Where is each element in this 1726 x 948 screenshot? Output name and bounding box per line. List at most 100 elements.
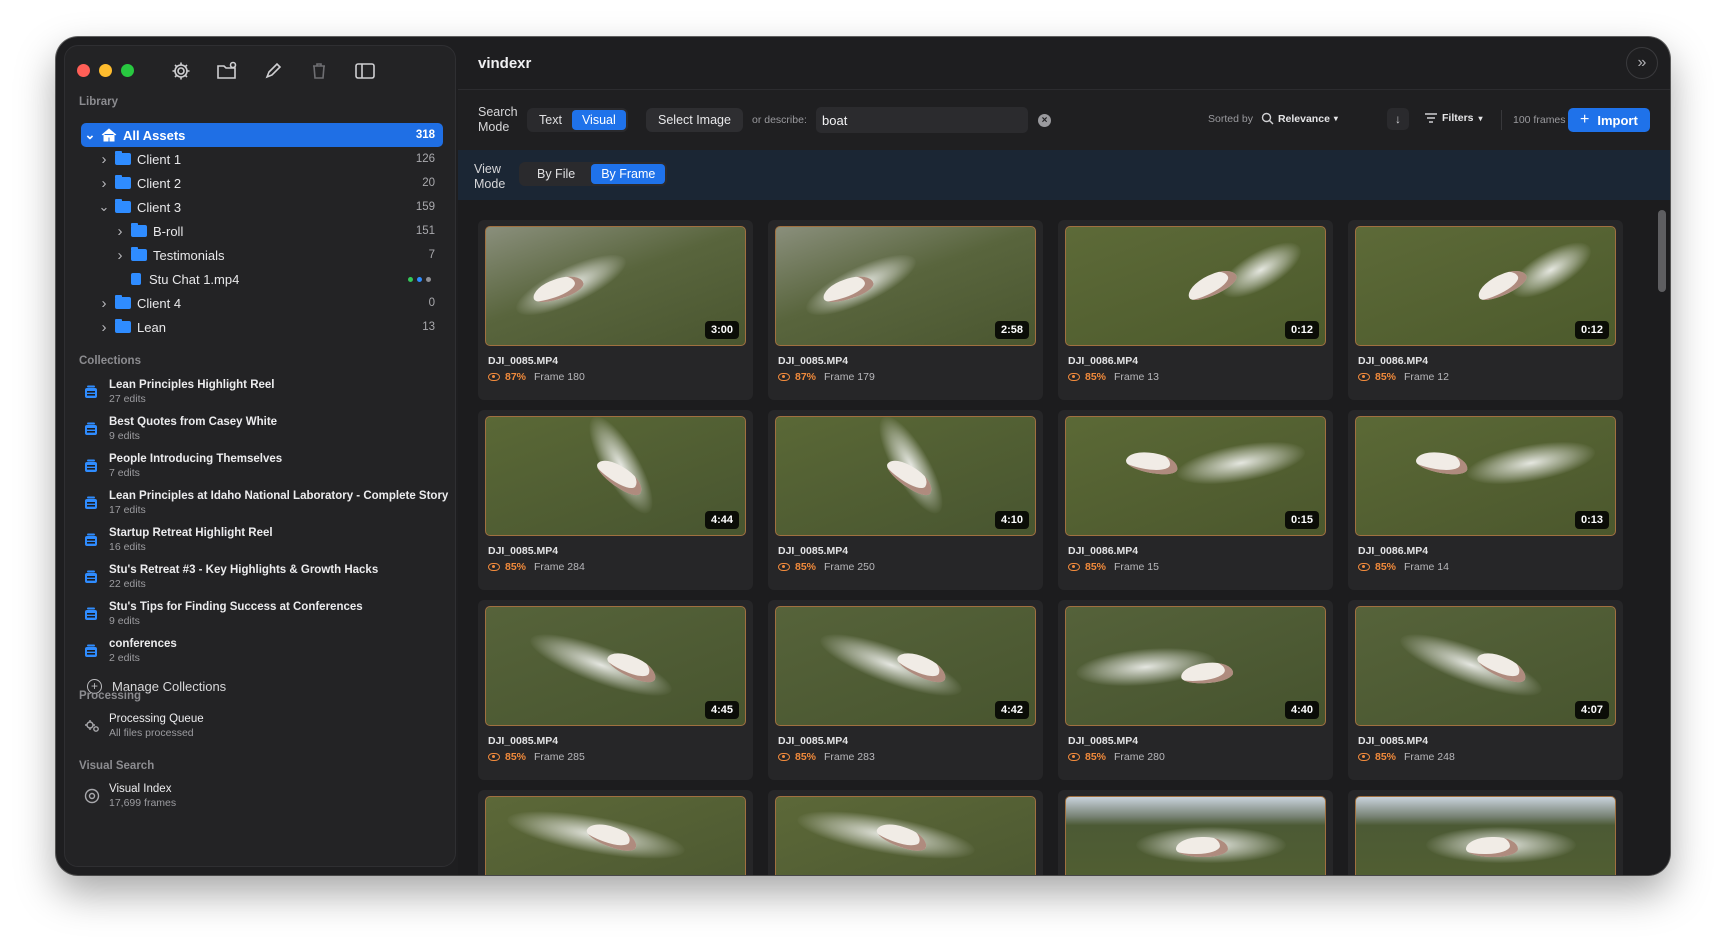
search-toolbar: Search Mode Text Visual Select Image or d… [458, 90, 1670, 150]
result-card[interactable]: 0:12 DJI_0086.MP4 85% Frame 12 [1348, 220, 1623, 400]
eye-icon [1358, 373, 1370, 381]
frame-thumbnail[interactable]: 4:40 [1065, 606, 1326, 726]
tree-item-all-assets[interactable]: ⌄ All Assets 318 [81, 123, 443, 147]
visual-index-item[interactable]: Visual Index 17,699 frames [83, 782, 176, 810]
chevron-right-icon[interactable]: › [97, 319, 111, 336]
duration-badge: 0:13 [1574, 511, 1609, 529]
toggle-sidebar-icon[interactable] [352, 58, 378, 84]
view-by-frame-tab[interactable]: By Frame [591, 164, 666, 184]
collection-item[interactable]: Lean Principles Highlight Reel 27 edits [81, 373, 451, 410]
chevron-right-icon[interactable]: › [113, 247, 127, 264]
minimize-window-button[interactable] [99, 64, 112, 77]
filters-button[interactable]: Filters ▾ [1425, 112, 1483, 124]
result-card[interactable]: 0:15 DJI_0086.MP4 85% Frame 15 [1058, 410, 1333, 590]
result-card[interactable]: 4:42 DJI_0085.MP4 85% Frame 283 [768, 600, 1043, 780]
result-card[interactable] [768, 790, 1043, 875]
collection-item[interactable]: Lean Principles at Idaho National Labora… [81, 484, 451, 521]
collection-item[interactable]: conferences 2 edits [81, 632, 451, 669]
tree-item-client-2[interactable]: › Client 2 20 [81, 171, 443, 195]
result-card[interactable]: 4:40 DJI_0085.MP4 85% Frame 280 [1058, 600, 1333, 780]
result-card[interactable]: 4:10 DJI_0085.MP4 85% Frame 250 [768, 410, 1043, 590]
collection-item[interactable]: Startup Retreat Highlight Reel 16 edits [81, 521, 451, 558]
result-card[interactable] [478, 790, 753, 875]
chevron-down-icon[interactable]: ⌄ [97, 199, 111, 214]
search-mode-text-tab[interactable]: Text [529, 110, 572, 130]
chevron-down-icon[interactable]: ⌄ [83, 127, 97, 142]
collection-item[interactable]: People Introducing Themselves 7 edits [81, 447, 451, 484]
view-by-file-tab[interactable]: By File [521, 164, 591, 184]
result-card[interactable]: 0:13 DJI_0086.MP4 85% Frame 14 [1348, 410, 1623, 590]
tree-item-lean[interactable]: › Lean 13 [81, 315, 443, 339]
chevron-right-icon[interactable]: › [97, 295, 111, 312]
frame-thumbnail[interactable] [775, 796, 1036, 875]
sort-control[interactable]: Sorted by Relevance ▾ [1208, 112, 1338, 125]
collections-section-title: Collections [79, 355, 141, 367]
sort-direction-arrow-icon[interactable]: ↓ [1387, 108, 1409, 130]
folder-icon [115, 151, 131, 165]
frame-thumbnail[interactable] [1065, 796, 1326, 875]
zoom-window-button[interactable] [121, 64, 134, 77]
search-mode-visual-tab[interactable]: Visual [571, 110, 626, 130]
chevron-right-icon[interactable]: › [97, 175, 111, 192]
tree-item-count: 20 [422, 177, 435, 189]
result-card[interactable] [1058, 790, 1333, 875]
frame-thumbnail[interactable]: 0:13 [1355, 416, 1616, 536]
result-card[interactable]: 4:44 DJI_0085.MP4 85% Frame 284 [478, 410, 753, 590]
result-filename: DJI_0085.MP4 [778, 545, 849, 557]
collection-edit-count: 27 edits [109, 392, 146, 405]
chevron-right-icon[interactable]: › [97, 151, 111, 168]
expand-panel-chevrons-icon[interactable]: » [1626, 47, 1658, 79]
trash-icon[interactable] [306, 58, 332, 84]
frame-number: Frame 248 [1404, 751, 1455, 763]
describe-search-input[interactable]: boat [816, 107, 1028, 133]
collection-title: Stu's Retreat #3 - Key Highlights & Grow… [109, 563, 379, 576]
collection-stack-icon [85, 644, 97, 657]
processing-queue-item[interactable]: Processing Queue All files processed [83, 712, 204, 740]
results-scrollbar[interactable] [1658, 210, 1666, 292]
frame-thumbnail[interactable]: 0:12 [1355, 226, 1616, 346]
import-label: Import [1597, 112, 1638, 128]
result-card[interactable]: 4:07 DJI_0085.MP4 85% Frame 248 [1348, 600, 1623, 780]
frame-thumbnail[interactable]: 4:42 [775, 606, 1036, 726]
collection-item[interactable]: Stu's Tips for Finding Success at Confer… [81, 595, 451, 632]
tree-item-client-1[interactable]: › Client 1 126 [81, 147, 443, 171]
clear-search-icon[interactable]: × [1038, 114, 1051, 127]
frame-thumbnail[interactable]: 0:12 [1065, 226, 1326, 346]
edit-pencil-icon[interactable] [260, 58, 286, 84]
result-card[interactable]: 3:00 DJI_0085.MP4 87% Frame 180 [478, 220, 753, 400]
tree-item-testimonials[interactable]: › Testimonials 7 [81, 243, 443, 267]
frame-thumbnail[interactable]: 4:07 [1355, 606, 1616, 726]
result-meta: 85% Frame 248 [1358, 751, 1455, 763]
tree-item-client-4[interactable]: › Client 4 0 [81, 291, 443, 315]
library-section-title: Library [79, 96, 118, 108]
tree-item-b-roll[interactable]: › B-roll 151 [81, 219, 443, 243]
collection-title: Best Quotes from Casey White [109, 415, 278, 428]
select-image-button[interactable]: Select Image [646, 108, 743, 132]
tree-item-client-3[interactable]: ⌄ Client 3 159 [81, 195, 443, 219]
frame-thumbnail[interactable]: 4:10 [775, 416, 1036, 536]
eye-icon [488, 563, 500, 571]
tree-item-label: All Assets [123, 127, 186, 143]
collection-item[interactable]: Best Quotes from Casey White 9 edits [81, 410, 451, 447]
result-card[interactable]: 2:58 DJI_0085.MP4 87% Frame 179 [768, 220, 1043, 400]
tree-item-label: Stu Chat 1.mp4 [149, 271, 240, 287]
frame-thumbnail[interactable]: 2:58 [775, 226, 1036, 346]
result-card[interactable] [1348, 790, 1623, 875]
frame-thumbnail[interactable] [1355, 796, 1616, 875]
settings-gear-icon[interactable] [168, 58, 194, 84]
import-button[interactable]: + Import [1568, 108, 1650, 132]
tree-item-stu-chat-1-mp4[interactable]: Stu Chat 1.mp4 [81, 267, 443, 291]
frame-thumbnail[interactable]: 0:15 [1065, 416, 1326, 536]
result-card[interactable]: 0:12 DJI_0086.MP4 85% Frame 13 [1058, 220, 1333, 400]
frame-thumbnail[interactable] [485, 796, 746, 875]
close-window-button[interactable] [77, 64, 90, 77]
frame-thumbnail[interactable]: 4:45 [485, 606, 746, 726]
chevron-right-icon[interactable]: › [113, 223, 127, 240]
result-meta: 85% Frame 283 [778, 751, 875, 763]
collection-item[interactable]: Stu's Retreat #3 - Key Highlights & Grow… [81, 558, 451, 595]
new-folder-icon[interactable] [214, 58, 240, 84]
frame-thumbnail[interactable]: 4:44 [485, 416, 746, 536]
search-mode-label: Search Mode [478, 105, 518, 134]
frame-thumbnail[interactable]: 3:00 [485, 226, 746, 346]
result-card[interactable]: 4:45 DJI_0085.MP4 85% Frame 285 [478, 600, 753, 780]
